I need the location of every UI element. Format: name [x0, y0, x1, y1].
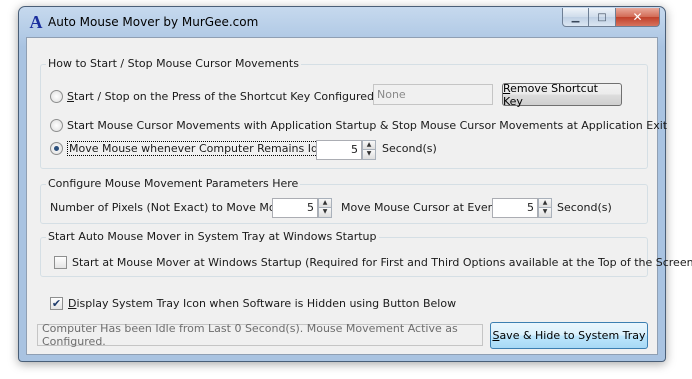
interval-input[interactable]: 5 — [492, 198, 538, 218]
shortcut-key-field[interactable]: None — [373, 84, 493, 105]
minimize-icon: ▁ — [571, 11, 580, 23]
idle-unit-label: Second(s) — [382, 142, 437, 155]
radio-shortcut-option[interactable]: Start / Stop on the Press of the Shortcu… — [50, 90, 411, 103]
radio-startup-label: Start Mouse Cursor Movements with Applic… — [67, 119, 668, 132]
window-controls: ▁ □ ✕ — [562, 8, 660, 27]
idle-seconds-spin-buttons: ▲ ▼ — [362, 140, 376, 160]
close-button[interactable]: ✕ — [616, 8, 660, 27]
save-hide-label: Save & Hide to System Tray — [492, 329, 646, 342]
interval-spin-buttons: ▲ ▼ — [538, 198, 552, 218]
spin-down-icon[interactable]: ▼ — [318, 208, 332, 218]
pixels-spin-buttons: ▲ ▼ — [318, 198, 332, 218]
radio-shortcut[interactable] — [50, 90, 63, 103]
close-icon: ✕ — [632, 10, 643, 24]
windows-startup-checkbox[interactable] — [54, 256, 67, 269]
parameters-group-title: Configure Mouse Movement Parameters Here — [46, 177, 301, 190]
pixels-input[interactable]: 5 — [272, 198, 318, 218]
radio-startup[interactable] — [50, 119, 63, 132]
window-title: Auto Mouse Mover by MurGee.com — [48, 15, 259, 29]
start-stop-group-title: How to Start / Stop Mouse Cursor Movemen… — [46, 57, 301, 70]
interval-unit-label: Second(s) — [557, 201, 612, 214]
pixels-stepper[interactable]: 5 ▲ ▼ — [272, 198, 332, 218]
checkmark-icon: ✔ — [51, 297, 62, 310]
app-window: A Auto Mouse Mover by MurGee.com ▁ □ ✕ H… — [18, 6, 692, 362]
tray-startup-group-title: Start Auto Mouse Mover in System Tray at… — [46, 230, 379, 243]
minimize-button[interactable]: ▁ — [562, 8, 589, 27]
maximize-icon: □ — [597, 11, 607, 23]
remove-shortcut-label: Remove Shortcut Key — [503, 81, 598, 108]
windows-startup-label: Start at Mouse Mover at Windows Startup … — [72, 256, 692, 269]
status-field: Computer Has been Idle from Last 0 Secon… — [37, 322, 483, 348]
spin-up-icon[interactable]: ▲ — [362, 140, 376, 150]
radio-idle-label: Move Mouse whenever Computer Remains Idl… — [67, 141, 349, 156]
remove-shortcut-button[interactable]: Remove Shortcut Key — [502, 81, 622, 108]
display-tray-icon-checkbox[interactable]: ✔ — [50, 297, 63, 310]
interval-label: Move Mouse Cursor at Every : — [341, 201, 506, 214]
spin-up-icon[interactable]: ▲ — [538, 198, 552, 208]
spin-down-icon[interactable]: ▼ — [362, 150, 376, 160]
radio-startup-option[interactable]: Start Mouse Cursor Movements with Applic… — [50, 119, 667, 132]
idle-seconds-input[interactable]: 5 — [316, 140, 362, 160]
client-area: How to Start / Stop Mouse Cursor Movemen… — [26, 37, 692, 355]
pixels-label: Number of Pixels (Not Exact) to Move Mou… — [50, 201, 303, 214]
app-logo-icon: A — [29, 12, 43, 32]
maximize-button[interactable]: □ — [589, 8, 616, 27]
radio-idle[interactable] — [50, 142, 63, 155]
idle-seconds-stepper[interactable]: 5 ▲ ▼ — [316, 140, 376, 160]
radio-idle-option[interactable]: Move Mouse whenever Computer Remains Idl… — [50, 141, 349, 156]
display-tray-icon-label: Display System Tray Icon when Software i… — [68, 297, 457, 310]
display-tray-icon-option[interactable]: ✔ Display System Tray Icon when Software… — [50, 297, 456, 310]
interval-stepper[interactable]: 5 ▲ ▼ — [492, 198, 552, 218]
spin-down-icon[interactable]: ▼ — [538, 208, 552, 218]
radio-shortcut-label: Start / Stop on the Press of the Shortcu… — [67, 90, 411, 103]
spin-up-icon[interactable]: ▲ — [318, 198, 332, 208]
windows-startup-option[interactable]: Start at Mouse Mover at Windows Startup … — [54, 256, 692, 269]
save-hide-button[interactable]: Save & Hide to System Tray — [490, 322, 648, 349]
title-bar[interactable]: A Auto Mouse Mover by MurGee.com ▁ □ ✕ — [19, 7, 665, 37]
